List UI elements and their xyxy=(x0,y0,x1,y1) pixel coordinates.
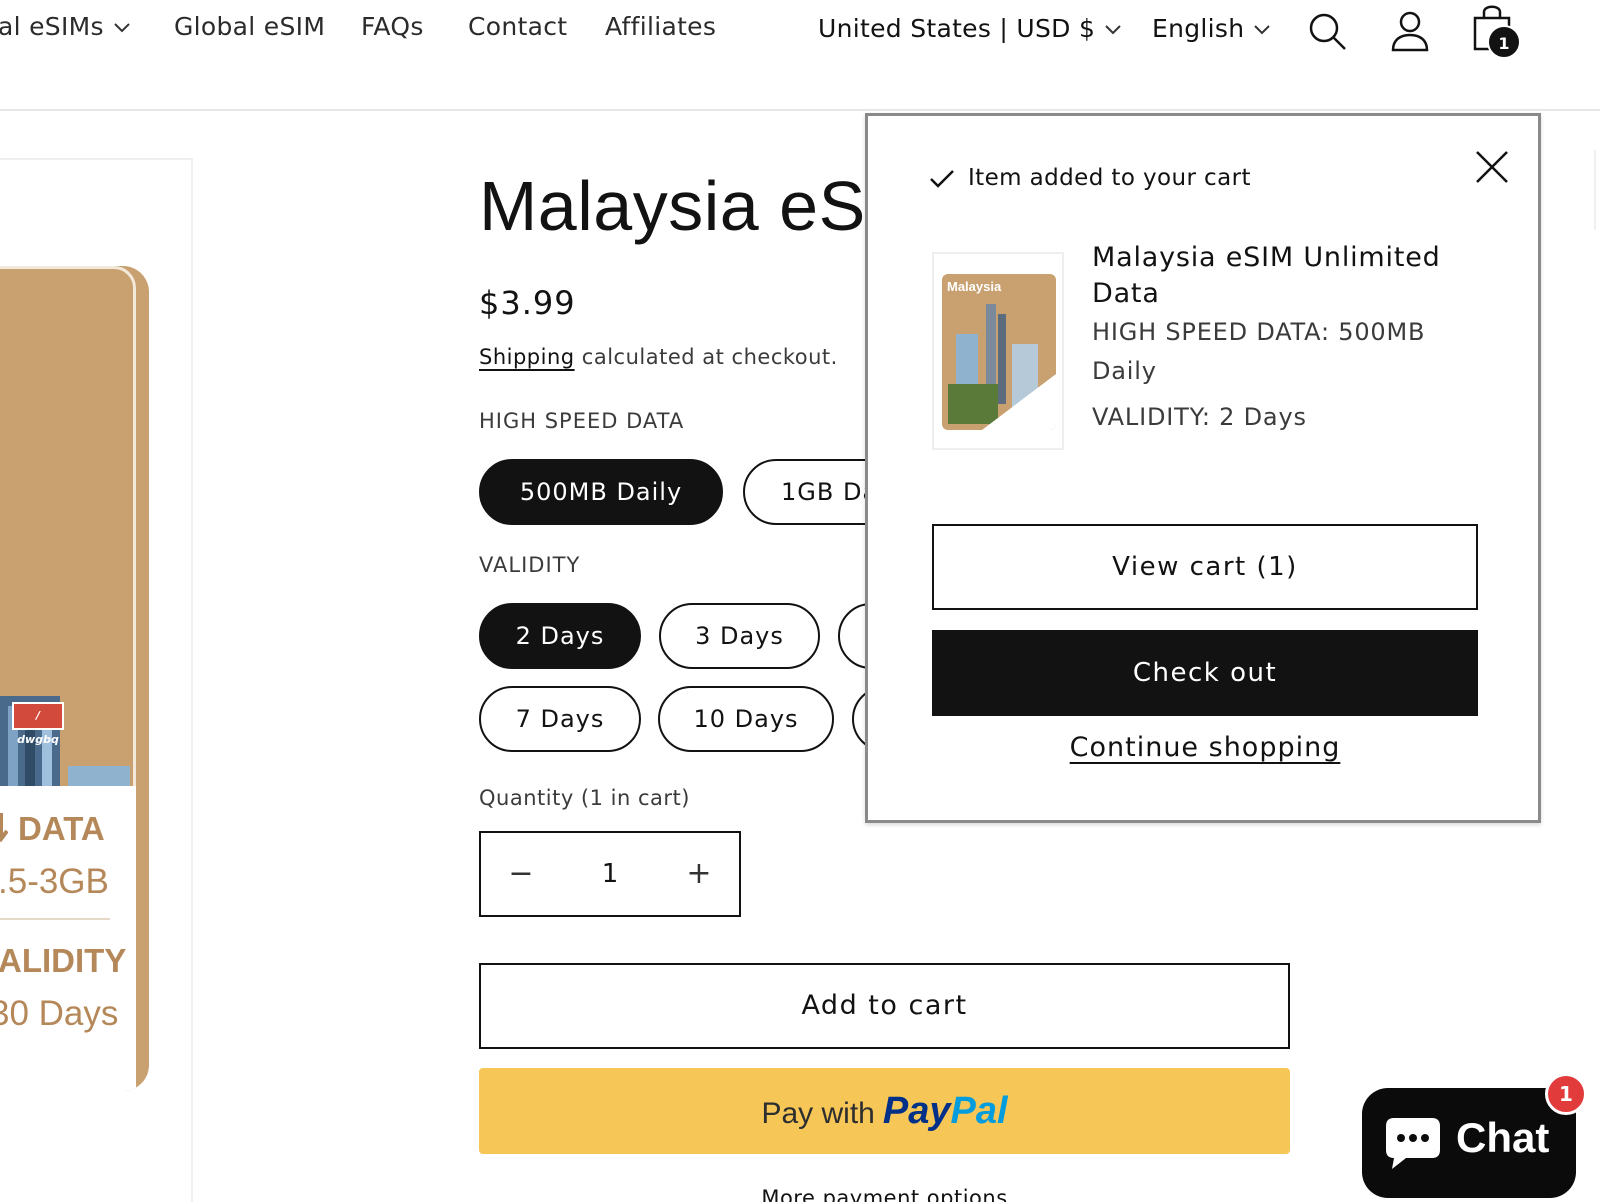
currency-selector[interactable]: United States | USD $ xyxy=(818,14,1121,43)
nav-contact[interactable]: Contact xyxy=(468,12,567,41)
thumbnail-skyline-illustration xyxy=(948,304,1056,430)
checkmark-icon xyxy=(930,169,954,188)
cart-notification-heading-text: Item added to your cart xyxy=(968,165,1251,191)
quantity-decrease-button[interactable]: − xyxy=(481,833,561,915)
paypal-prefix: Pay with xyxy=(761,1097,875,1130)
language-label: English xyxy=(1152,14,1245,43)
cart-item-option-validity: VALIDITY: 2 Days xyxy=(1092,403,1307,431)
paypal-button[interactable]: Pay with PayPal xyxy=(479,1068,1290,1154)
product-gallery[interactable]: / dwgbq DATA .5-3GB ALIDITY 30 Days xyxy=(0,158,193,1202)
card-data-label: DATA xyxy=(18,810,105,847)
chevron-down-icon xyxy=(1105,25,1121,35)
cart-item-thumbnail: Malaysia xyxy=(932,252,1064,450)
chat-label: Chat xyxy=(1456,1114,1550,1161)
chevron-down-icon xyxy=(114,23,130,33)
quantity-increase-button[interactable]: + xyxy=(659,833,739,915)
data-arrow-icon xyxy=(0,813,8,843)
option-7-days[interactable]: 7 Days xyxy=(479,686,641,752)
validity-option-label: VALIDITY xyxy=(479,553,581,577)
paypal-logo-pay: Pay xyxy=(882,1090,951,1132)
page-edge-divider xyxy=(1594,150,1596,230)
card-validity-label: ALIDITY xyxy=(0,942,127,979)
shipping-link[interactable]: Shipping xyxy=(479,345,575,369)
quantity-stepper: − 1 + xyxy=(479,831,741,917)
option-10-days[interactable]: 10 Days xyxy=(658,686,834,752)
view-cart-button[interactable]: View cart (1) xyxy=(932,524,1478,610)
cart-notification: Item added to your cart Malaysia Malaysi… xyxy=(865,113,1541,823)
continue-shopping-link[interactable]: Continue shopping xyxy=(932,732,1478,763)
shop-sign: / dwgbq xyxy=(12,702,64,746)
thumbnail-card-image: Malaysia xyxy=(942,274,1056,430)
site-header: al eSIMs Global eSIM FAQs Contact Affili… xyxy=(0,0,1600,111)
chevron-down-icon xyxy=(1254,25,1271,35)
cart-notification-heading: Item added to your cart xyxy=(930,165,1251,191)
cart-count-badge: 1 xyxy=(1487,25,1521,59)
nav-affiliates[interactable]: Affiliates xyxy=(605,12,716,41)
option-500mb-daily[interactable]: 500MB Daily xyxy=(479,459,723,525)
add-to-cart-button[interactable]: Add to cart xyxy=(479,963,1290,1049)
more-payment-options-link[interactable]: More payment options xyxy=(479,1186,1290,1202)
checkout-button[interactable]: Check out xyxy=(932,630,1478,716)
account-icon[interactable] xyxy=(1390,10,1430,52)
card-validity-value: 30 Days xyxy=(0,994,119,1033)
paypal-logo-pal: Pal xyxy=(950,1090,1008,1132)
thumbnail-label: Malaysia xyxy=(947,279,1002,294)
nav-local-esims[interactable]: al eSIMs xyxy=(0,12,130,41)
language-selector[interactable]: English xyxy=(1152,14,1271,43)
option-3-days[interactable]: 3 Days xyxy=(659,603,820,669)
close-icon[interactable] xyxy=(1474,149,1510,185)
card-data-value: .5-3GB xyxy=(0,862,109,901)
shipping-text: calculated at checkout. xyxy=(581,345,838,369)
cart-item-option-data: HIGH SPEED DATA: 500MB Daily xyxy=(1092,318,1426,385)
data-option-label: HIGH SPEED DATA xyxy=(479,409,685,433)
product-card-image: / dwgbq DATA .5-3GB ALIDITY 30 Days xyxy=(0,266,149,1091)
chat-widget-button[interactable]: Chat xyxy=(1362,1088,1576,1198)
search-icon[interactable] xyxy=(1308,12,1348,52)
nav-faqs[interactable]: FAQs xyxy=(361,12,424,41)
nav-global-esim[interactable]: Global eSIM xyxy=(174,12,325,41)
quantity-label: Quantity (1 in cart) xyxy=(479,786,690,810)
product-price: $3.99 xyxy=(479,284,576,322)
option-2-days[interactable]: 2 Days xyxy=(479,603,641,669)
quantity-input[interactable]: 1 xyxy=(561,833,659,915)
chat-bubble-icon xyxy=(1386,1118,1440,1169)
shipping-note: Shipping calculated at checkout. xyxy=(479,345,838,369)
cart-item-name: Malaysia eSIM Unlimited Data xyxy=(1092,242,1441,309)
nav-local-esims-label: al eSIMs xyxy=(0,12,104,41)
currency-label: United States | USD $ xyxy=(818,14,1096,43)
product-title: Malaysia eS xyxy=(479,167,866,245)
card-divider xyxy=(0,918,110,920)
chat-unread-badge: 1 xyxy=(1545,1073,1587,1115)
